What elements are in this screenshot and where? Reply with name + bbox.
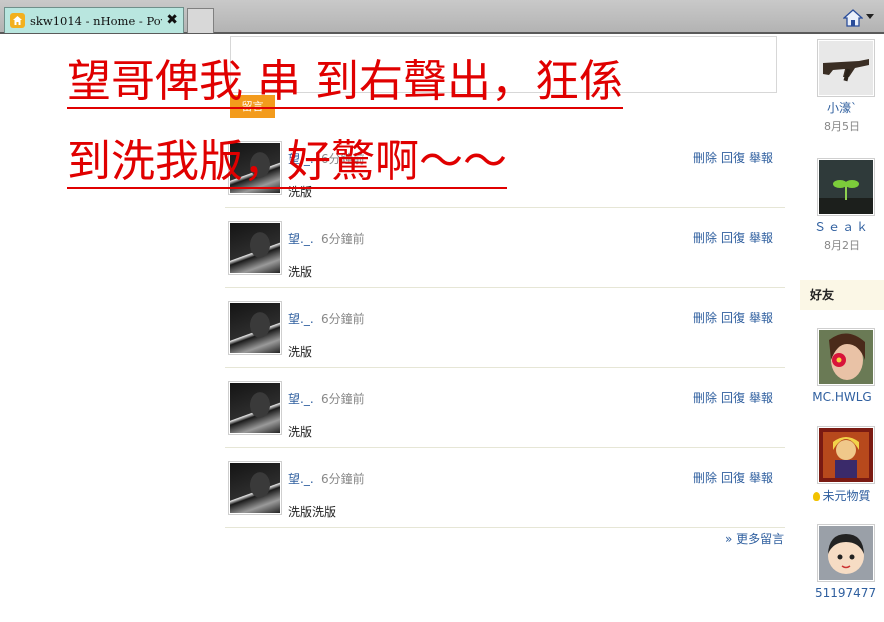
friends-section-title: 好友 bbox=[800, 280, 884, 310]
reply-link[interactable]: 回復 bbox=[721, 231, 745, 245]
comment-actions: 刪除 回復 舉報 bbox=[689, 229, 773, 246]
delete-link[interactable]: 刪除 bbox=[693, 231, 717, 245]
report-link[interactable]: 舉報 bbox=[749, 231, 773, 245]
report-link[interactable]: 舉報 bbox=[749, 311, 773, 325]
visitor-date: 8月2日 bbox=[824, 239, 860, 252]
comment-time: 6分鐘前 bbox=[321, 312, 365, 326]
report-link[interactable]: 舉報 bbox=[749, 471, 773, 485]
friend-name-text: 未元物質 bbox=[822, 489, 871, 503]
comment-author[interactable]: 望._. bbox=[288, 390, 314, 407]
friend-avatar[interactable] bbox=[817, 426, 875, 484]
home-favicon-icon bbox=[10, 13, 25, 28]
comment-body: 洗版洗版 bbox=[288, 505, 337, 519]
visitor-date: 8月5日 bbox=[824, 120, 860, 133]
tab-title: skw1014 - nHome - Powe... bbox=[30, 13, 162, 28]
overlay-text-line-2: 到洗我版，好驚啊～～ bbox=[67, 136, 507, 189]
comment-author[interactable]: 望._. bbox=[288, 230, 314, 247]
comment-item: 望._. 6分鐘前 刪除 回復 舉報 洗版 bbox=[225, 208, 785, 288]
avatar[interactable] bbox=[228, 461, 282, 515]
browser-tab-strip: skw1014 - nHome - Powe... ✖ bbox=[0, 0, 884, 34]
comment-body: 洗版 bbox=[288, 345, 313, 359]
visitor-name[interactable]: 小濠` bbox=[800, 99, 884, 116]
comment-item: 望._. 6分鐘前 刪除 回復 舉報 洗版洗版 bbox=[225, 448, 785, 528]
close-tab-icon[interactable]: ✖ bbox=[166, 13, 178, 27]
report-link[interactable]: 舉報 bbox=[749, 151, 773, 165]
friend-name[interactable]: 未元物質 bbox=[800, 487, 884, 504]
reply-link[interactable]: 回復 bbox=[721, 311, 745, 325]
comment-actions: 刪除 回復 舉報 bbox=[689, 469, 773, 486]
browser-tab[interactable]: skw1014 - nHome - Powe... ✖ bbox=[4, 7, 184, 33]
delete-link[interactable]: 刪除 bbox=[693, 471, 717, 485]
right-sidebar: 小濠` 8月5日 Ｓｅａｋ 8月2日 好友 MC.HWLG 未元物質 51197… bbox=[800, 36, 884, 622]
comment-actions: 刪除 回復 舉報 bbox=[689, 149, 773, 166]
new-tab-button[interactable] bbox=[187, 8, 214, 33]
reply-link[interactable]: 回復 bbox=[721, 391, 745, 405]
delete-link[interactable]: 刪除 bbox=[693, 311, 717, 325]
comment-time: 6分鐘前 bbox=[321, 232, 365, 246]
home-icon[interactable] bbox=[842, 9, 864, 27]
visitor-name[interactable]: Ｓｅａｋ bbox=[800, 218, 884, 235]
comment-body: 洗版 bbox=[288, 425, 313, 439]
delete-link[interactable]: 刪除 bbox=[693, 391, 717, 405]
comment-body: 洗版 bbox=[288, 265, 313, 279]
comment-author[interactable]: 望._. bbox=[288, 310, 314, 327]
overlay-text-line-1: 望哥俾我 串 到右聲出，狂係 bbox=[67, 56, 623, 109]
delete-link[interactable]: 刪除 bbox=[693, 151, 717, 165]
avatar[interactable] bbox=[228, 381, 282, 435]
comment-time: 6分鐘前 bbox=[321, 472, 365, 486]
comment-actions: 刪除 回復 舉報 bbox=[689, 389, 773, 406]
more-comments-link[interactable]: » 更多留言 bbox=[725, 530, 784, 547]
online-badge-icon bbox=[813, 492, 821, 501]
reply-link[interactable]: 回復 bbox=[721, 471, 745, 485]
reply-link[interactable]: 回復 bbox=[721, 151, 745, 165]
comment-time: 6分鐘前 bbox=[321, 392, 365, 406]
friend-avatar[interactable] bbox=[817, 328, 875, 386]
home-dropdown-icon[interactable] bbox=[866, 14, 874, 19]
comment-item: 望._. 6分鐘前 刪除 回復 舉報 洗版 bbox=[225, 368, 785, 448]
friend-name[interactable]: MC.HWLG bbox=[800, 390, 884, 404]
visitor-avatar-rifle[interactable] bbox=[817, 39, 875, 97]
comment-actions: 刪除 回復 舉報 bbox=[689, 309, 773, 326]
comment-item: 望._. 6分鐘前 刪除 回復 舉報 洗版 bbox=[225, 288, 785, 368]
comment-author[interactable]: 望._. bbox=[288, 470, 314, 487]
friend-avatar[interactable] bbox=[817, 524, 875, 582]
friend-name[interactable]: 51197477 bbox=[815, 586, 884, 600]
report-link[interactable]: 舉報 bbox=[749, 391, 773, 405]
visitor-avatar-sprout[interactable] bbox=[817, 158, 875, 216]
avatar[interactable] bbox=[228, 221, 282, 275]
avatar[interactable] bbox=[228, 301, 282, 355]
